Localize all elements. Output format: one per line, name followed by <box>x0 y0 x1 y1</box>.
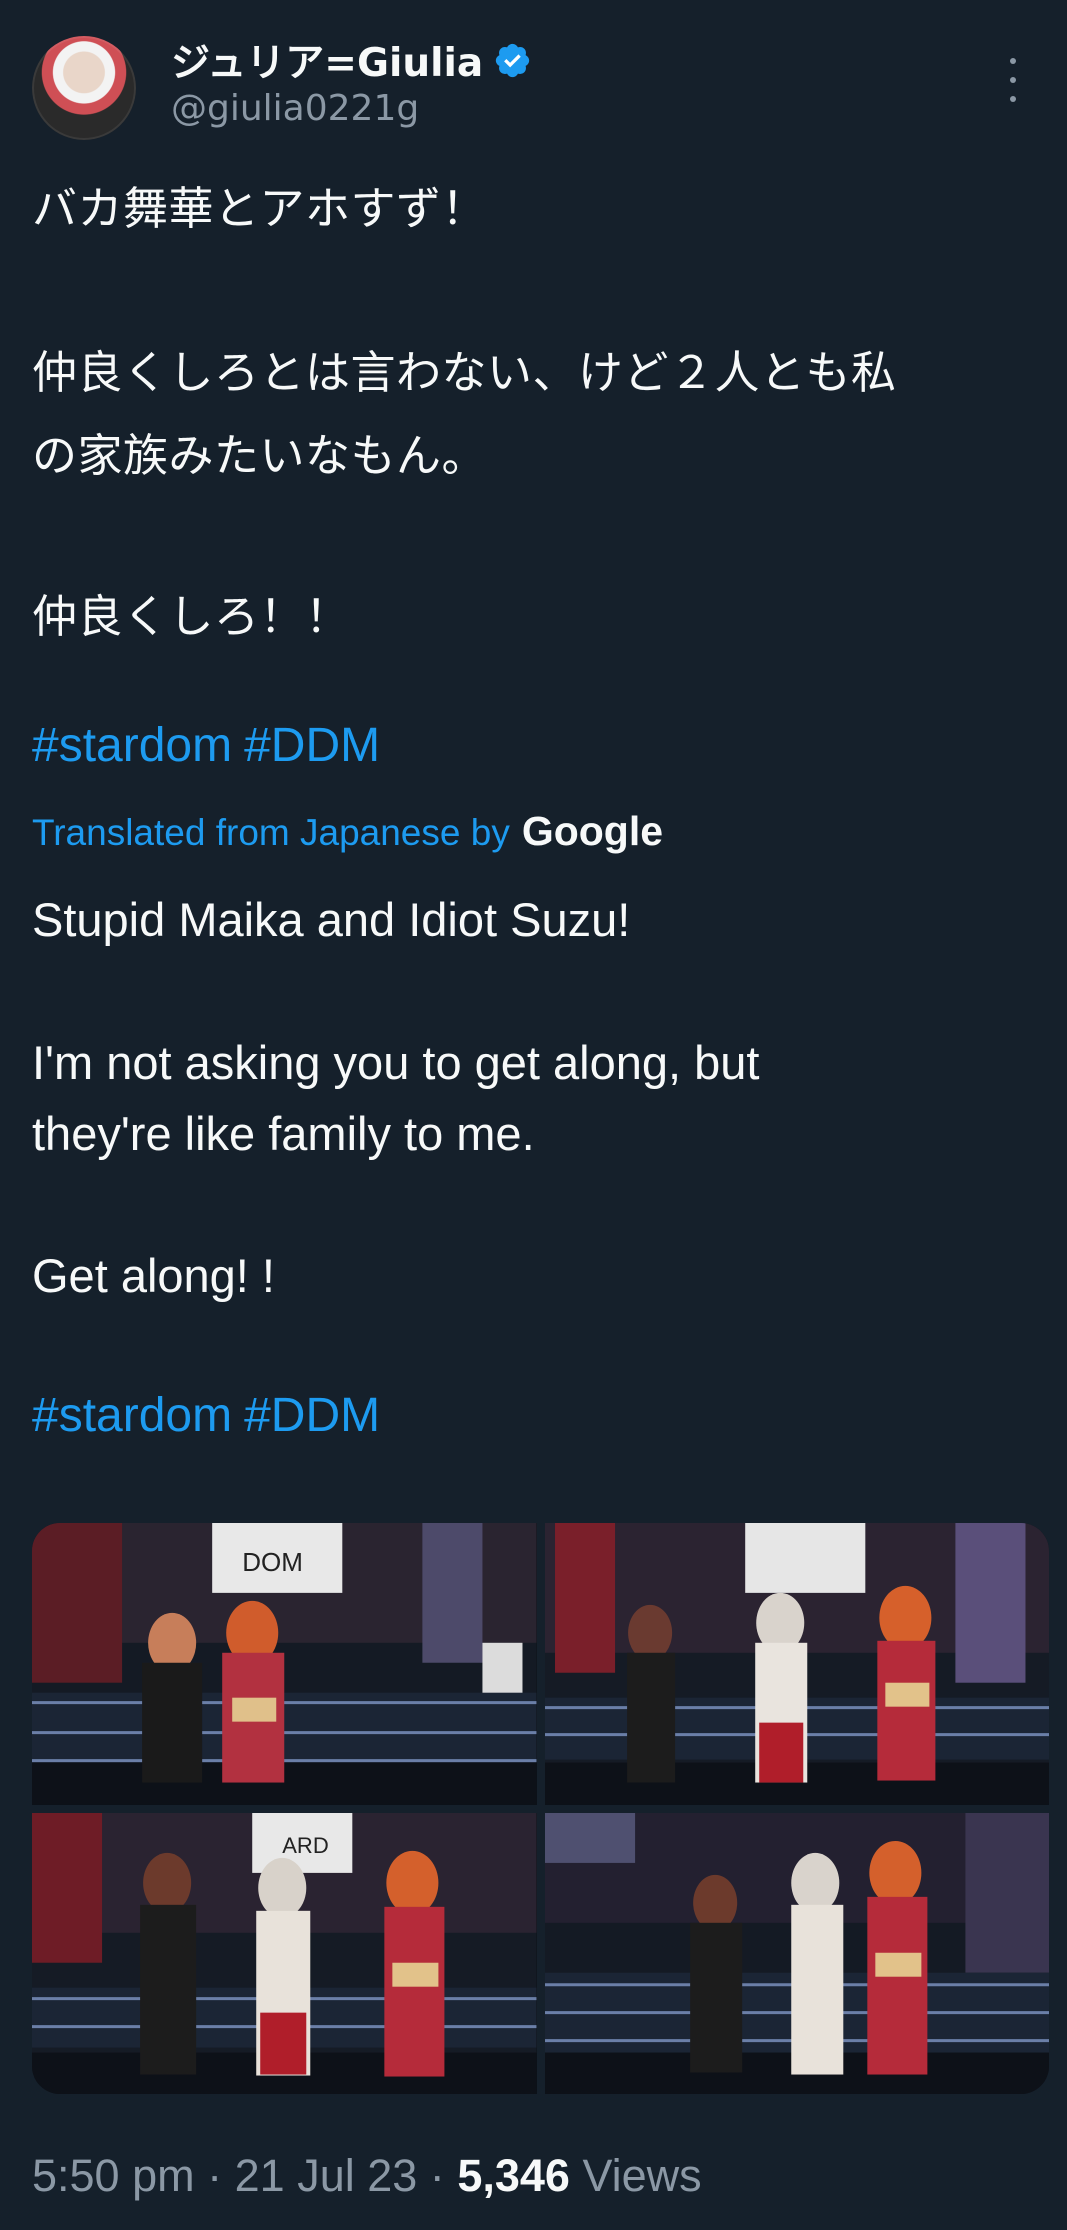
tweet-photo[interactable]: ARD <box>32 1812 537 2094</box>
hashtag-link[interactable]: #DDM <box>244 719 380 772</box>
tweet-time[interactable]: 5:50 pm <box>32 2150 195 2201</box>
tweet-photo[interactable] <box>544 1812 1049 2094</box>
hashtag-link[interactable]: #stardom <box>32 719 232 772</box>
translated-text-line: Get along! ! <box>32 1249 275 1302</box>
avatar-ring <box>32 36 136 140</box>
photo-image <box>544 1812 1049 2094</box>
tweet-meta: 5:50 pm · 21 Jul 23 · 5,346 Views <box>32 2150 702 2202</box>
tweet-text-line: 仲良くしろとは言わない、けど２人とも私 <box>32 346 897 399</box>
dot <box>1010 77 1016 83</box>
translated-text-line: Stupid Maika and Idiot Suzu! <box>32 893 631 946</box>
separator: · <box>429 2150 445 2201</box>
tweet-text-line: バカ舞華とアホすず！ <box>32 182 488 235</box>
media-grid: DOM ARD <box>32 1523 1049 2094</box>
tweet-photo[interactable] <box>544 1523 1049 1805</box>
tweet-text-line: 仲良くしろ！！ <box>32 590 351 643</box>
name-row: ジュリア=Giulia <box>171 34 871 86</box>
svg-text:DOM: DOM <box>242 1547 303 1577</box>
tweet-header: ジュリア=Giulia @giulia0221g <box>32 34 1035 144</box>
translated-text-line: they're like family to me. <box>32 1107 535 1160</box>
svg-text:ARD: ARD <box>282 1832 328 1857</box>
user-block[interactable]: ジュリア=Giulia @giulia0221g <box>171 34 871 129</box>
google-logo: Google <box>521 808 664 854</box>
hashtags-translated: #stardom #DDM <box>32 1388 392 1443</box>
photo-image: ARD <box>32 1812 537 2094</box>
verified-badge-icon <box>496 43 530 77</box>
views-label: Views <box>582 2150 702 2201</box>
more-options-icon[interactable] <box>1003 58 1023 102</box>
tweet-date[interactable]: 21 Jul 23 <box>235 2150 418 2201</box>
tweet-text-line: の家族みたいなもん。 <box>32 429 488 482</box>
hashtags-original: #stardom #DDM <box>32 718 392 773</box>
translation-attribution[interactable]: Translated from Japanese by Google <box>32 808 663 855</box>
dot <box>1010 58 1016 64</box>
handle[interactable]: @giulia0221g <box>171 88 871 129</box>
hashtag-link[interactable]: #DDM <box>244 1389 380 1442</box>
views-count[interactable]: 5,346 <box>457 2150 570 2201</box>
display-name[interactable]: ジュリア=Giulia <box>171 32 483 88</box>
photo-image <box>544 1523 1049 1805</box>
hashtag-link[interactable]: #stardom <box>32 1389 232 1442</box>
translation-label[interactable]: Translated from Japanese by <box>32 812 510 854</box>
avatar[interactable] <box>32 36 136 140</box>
dot <box>1010 96 1016 102</box>
separator: · <box>207 2150 223 2201</box>
tweet-photo[interactable]: DOM <box>32 1523 537 1805</box>
photo-image: DOM <box>32 1523 537 1805</box>
translated-text-line: I'm not asking you to get along, but <box>32 1036 760 1089</box>
